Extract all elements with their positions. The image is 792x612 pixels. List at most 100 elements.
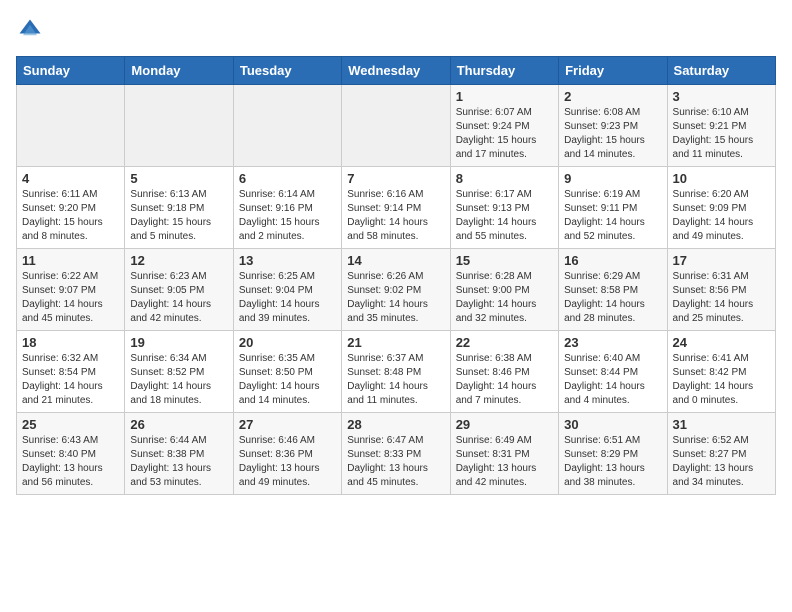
day-number: 12 xyxy=(130,253,227,268)
calendar-cell: 3 Sunrise: 6:10 AM Sunset: 9:21 PM Daylig… xyxy=(667,85,775,167)
calendar-cell: 31 Sunrise: 6:52 AM Sunset: 8:27 PM Dayli… xyxy=(667,413,775,495)
day-number: 27 xyxy=(239,417,336,432)
calendar-cell: 14 Sunrise: 6:26 AM Sunset: 9:02 PM Dayli… xyxy=(342,249,450,331)
day-number: 25 xyxy=(22,417,119,432)
day-number: 1 xyxy=(456,89,553,104)
day-info: Sunrise: 6:14 AM Sunset: 9:16 PM Dayligh… xyxy=(239,188,336,244)
day-info: Sunrise: 6:11 AM Sunset: 9:20 PM Dayligh… xyxy=(22,188,119,244)
calendar-cell: 11 Sunrise: 6:22 AM Sunset: 9:07 PM Dayli… xyxy=(17,249,125,331)
day-info: Sunrise: 6:23 AM Sunset: 9:05 PM Dayligh… xyxy=(130,270,227,326)
calendar-cell: 10 Sunrise: 6:20 AM Sunset: 9:09 PM Dayli… xyxy=(667,167,775,249)
day-info: Sunrise: 6:47 AM Sunset: 8:33 PM Dayligh… xyxy=(347,434,444,490)
day-info: Sunrise: 6:44 AM Sunset: 8:38 PM Dayligh… xyxy=(130,434,227,490)
calendar-cell: 1 Sunrise: 6:07 AM Sunset: 9:24 PM Daylig… xyxy=(450,85,558,167)
day-number: 30 xyxy=(564,417,661,432)
weekday-header: Thursday xyxy=(450,57,558,85)
day-number: 5 xyxy=(130,171,227,186)
calendar-cell: 22Sunrise: 6:38 AM Sunset: 8:46 PM Dayli… xyxy=(450,331,558,413)
calendar-cell: 29Sunrise: 6:49 AM Sunset: 8:31 PM Dayli… xyxy=(450,413,558,495)
calendar-cell: 21 Sunrise: 6:37 AM Sunset: 8:48 PM Dayli… xyxy=(342,331,450,413)
day-info: Sunrise: 6:52 AM Sunset: 8:27 PM Dayligh… xyxy=(673,434,770,490)
day-info: Sunrise: 6:28 AM Sunset: 9:00 PM Dayligh… xyxy=(456,270,553,326)
day-number: 24 xyxy=(673,335,770,350)
day-info: Sunrise: 6:37 AM Sunset: 8:48 PM Dayligh… xyxy=(347,352,444,408)
day-number: 4 xyxy=(22,171,119,186)
day-info: Sunrise: 6:32 AM Sunset: 8:54 PM Dayligh… xyxy=(22,352,119,408)
day-info: Sunrise: 6:19 AM Sunset: 9:11 PM Dayligh… xyxy=(564,188,661,244)
day-number: 26 xyxy=(130,417,227,432)
weekday-header: Monday xyxy=(125,57,233,85)
day-number: 11 xyxy=(22,253,119,268)
day-number: 16 xyxy=(564,253,661,268)
logo xyxy=(16,16,48,44)
day-number: 18 xyxy=(22,335,119,350)
calendar-cell: 12 Sunrise: 6:23 AM Sunset: 9:05 PM Dayli… xyxy=(125,249,233,331)
day-number: 31 xyxy=(673,417,770,432)
calendar-cell: 19 Sunrise: 6:34 AM Sunset: 8:52 PM Dayli… xyxy=(125,331,233,413)
day-info: Sunrise: 6:49 AM Sunset: 8:31 PM Dayligh… xyxy=(456,434,553,490)
calendar-cell: 24 Sunrise: 6:41 AM Sunset: 8:42 PM Dayli… xyxy=(667,331,775,413)
day-number: 6 xyxy=(239,171,336,186)
day-info: Sunrise: 6:41 AM Sunset: 8:42 PM Dayligh… xyxy=(673,352,770,408)
day-number: 10 xyxy=(673,171,770,186)
calendar-cell: 6 Sunrise: 6:14 AM Sunset: 9:16 PM Daylig… xyxy=(233,167,341,249)
calendar-cell: 23 Sunrise: 6:40 AM Sunset: 8:44 PM Dayli… xyxy=(559,331,667,413)
calendar-cell: 2 Sunrise: 6:08 AM Sunset: 9:23 PM Daylig… xyxy=(559,85,667,167)
day-info: Sunrise: 6:40 AM Sunset: 8:44 PM Dayligh… xyxy=(564,352,661,408)
weekday-header: Friday xyxy=(559,57,667,85)
weekday-header: Saturday xyxy=(667,57,775,85)
calendar-table: SundayMondayTuesdayWednesdayThursdayFrid… xyxy=(16,56,776,495)
calendar-cell: 17 Sunrise: 6:31 AM Sunset: 8:56 PM Dayli… xyxy=(667,249,775,331)
calendar-cell: 9Sunrise: 6:19 AM Sunset: 9:11 PM Daylig… xyxy=(559,167,667,249)
day-number: 2 xyxy=(564,89,661,104)
calendar-cell: 15 Sunrise: 6:28 AM Sunset: 9:00 PM Dayli… xyxy=(450,249,558,331)
weekday-header: Sunday xyxy=(17,57,125,85)
calendar-cell xyxy=(17,85,125,167)
calendar-cell xyxy=(125,85,233,167)
calendar-cell: 5Sunrise: 6:13 AM Sunset: 9:18 PM Daylig… xyxy=(125,167,233,249)
calendar-cell: 7 Sunrise: 6:16 AM Sunset: 9:14 PM Daylig… xyxy=(342,167,450,249)
day-number: 7 xyxy=(347,171,444,186)
day-info: Sunrise: 6:26 AM Sunset: 9:02 PM Dayligh… xyxy=(347,270,444,326)
calendar-cell: 16 Sunrise: 6:29 AM Sunset: 8:58 PM Dayli… xyxy=(559,249,667,331)
calendar-cell: 25Sunrise: 6:43 AM Sunset: 8:40 PM Dayli… xyxy=(17,413,125,495)
day-number: 14 xyxy=(347,253,444,268)
day-number: 13 xyxy=(239,253,336,268)
day-info: Sunrise: 6:31 AM Sunset: 8:56 PM Dayligh… xyxy=(673,270,770,326)
logo-icon xyxy=(16,16,44,44)
day-info: Sunrise: 6:22 AM Sunset: 9:07 PM Dayligh… xyxy=(22,270,119,326)
calendar-cell: 8 Sunrise: 6:17 AM Sunset: 9:13 PM Daylig… xyxy=(450,167,558,249)
day-info: Sunrise: 6:34 AM Sunset: 8:52 PM Dayligh… xyxy=(130,352,227,408)
day-info: Sunrise: 6:07 AM Sunset: 9:24 PM Dayligh… xyxy=(456,106,553,162)
calendar-cell: 30 Sunrise: 6:51 AM Sunset: 8:29 PM Dayli… xyxy=(559,413,667,495)
day-number: 23 xyxy=(564,335,661,350)
day-info: Sunrise: 6:25 AM Sunset: 9:04 PM Dayligh… xyxy=(239,270,336,326)
day-number: 15 xyxy=(456,253,553,268)
day-info: Sunrise: 6:10 AM Sunset: 9:21 PM Dayligh… xyxy=(673,106,770,162)
calendar-week-row: 4 Sunrise: 6:11 AM Sunset: 9:20 PM Daylig… xyxy=(17,167,776,249)
calendar-week-row: 11 Sunrise: 6:22 AM Sunset: 9:07 PM Dayli… xyxy=(17,249,776,331)
day-info: Sunrise: 6:51 AM Sunset: 8:29 PM Dayligh… xyxy=(564,434,661,490)
weekday-header: Tuesday xyxy=(233,57,341,85)
calendar-week-row: 18 Sunrise: 6:32 AM Sunset: 8:54 PM Dayli… xyxy=(17,331,776,413)
day-number: 19 xyxy=(130,335,227,350)
calendar-cell: 4 Sunrise: 6:11 AM Sunset: 9:20 PM Daylig… xyxy=(17,167,125,249)
day-info: Sunrise: 6:29 AM Sunset: 8:58 PM Dayligh… xyxy=(564,270,661,326)
day-info: Sunrise: 6:17 AM Sunset: 9:13 PM Dayligh… xyxy=(456,188,553,244)
calendar-week-row: 25Sunrise: 6:43 AM Sunset: 8:40 PM Dayli… xyxy=(17,413,776,495)
day-info: Sunrise: 6:46 AM Sunset: 8:36 PM Dayligh… xyxy=(239,434,336,490)
calendar-cell: 13 Sunrise: 6:25 AM Sunset: 9:04 PM Dayli… xyxy=(233,249,341,331)
day-info: Sunrise: 6:16 AM Sunset: 9:14 PM Dayligh… xyxy=(347,188,444,244)
day-info: Sunrise: 6:08 AM Sunset: 9:23 PM Dayligh… xyxy=(564,106,661,162)
day-number: 17 xyxy=(673,253,770,268)
calendar-cell xyxy=(233,85,341,167)
day-number: 8 xyxy=(456,171,553,186)
day-number: 3 xyxy=(673,89,770,104)
day-number: 21 xyxy=(347,335,444,350)
day-number: 28 xyxy=(347,417,444,432)
day-info: Sunrise: 6:20 AM Sunset: 9:09 PM Dayligh… xyxy=(673,188,770,244)
calendar-cell: 20Sunrise: 6:35 AM Sunset: 8:50 PM Dayli… xyxy=(233,331,341,413)
calendar-cell: 28 Sunrise: 6:47 AM Sunset: 8:33 PM Dayli… xyxy=(342,413,450,495)
day-number: 20 xyxy=(239,335,336,350)
calendar-cell: 18 Sunrise: 6:32 AM Sunset: 8:54 PM Dayli… xyxy=(17,331,125,413)
